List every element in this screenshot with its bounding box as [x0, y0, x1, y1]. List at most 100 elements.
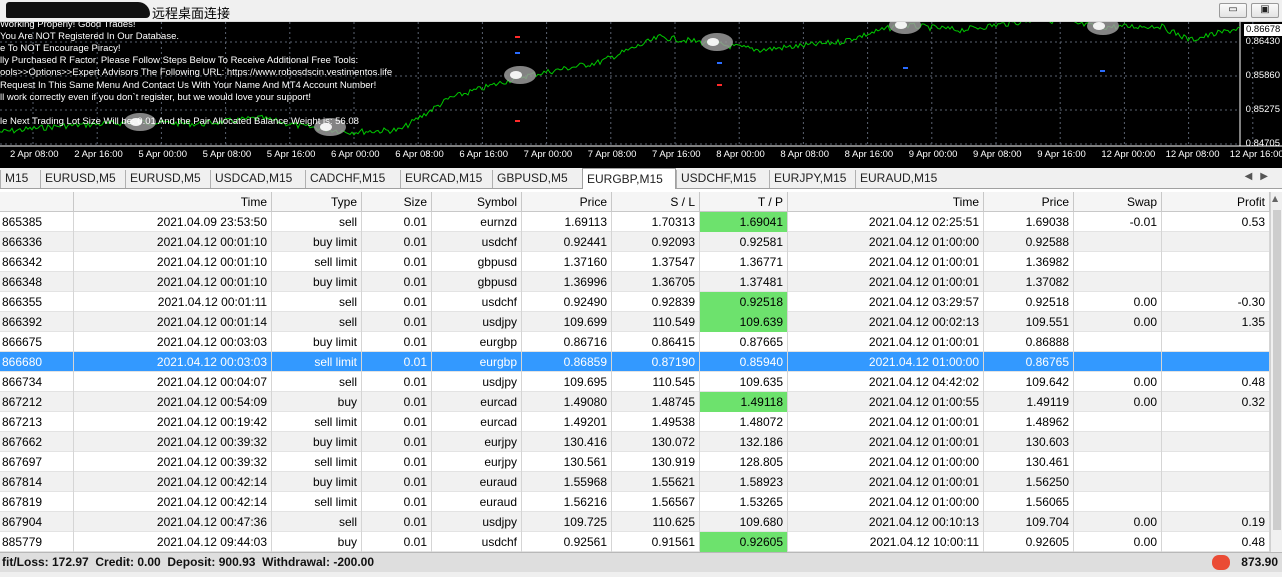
- table-row[interactable]: 866734 2021.04.12 00:04:07 sell 0.01 usdjpy 1…: [0, 372, 1270, 392]
- cell-close-price: 0.86765: [984, 352, 1074, 372]
- table-row[interactable]: 866392 2021.04.12 00:01:14 sell 0.01 usdjpy 1…: [0, 312, 1270, 332]
- cell-profit: [1162, 232, 1270, 252]
- cell-type: sell limit: [272, 492, 362, 512]
- price-chart[interactable]: Working Properly! Good Trades! You Are NO…: [0, 22, 1282, 168]
- table-row[interactable]: 867819 2021.04.12 00:42:14 sell limit 0.01 e…: [0, 492, 1270, 512]
- column-header[interactable]: Swap: [1074, 192, 1162, 212]
- time-axis-label: 9 Apr 16:00: [1037, 149, 1086, 160]
- tab-scroll-arrows[interactable]: ◀▶: [1245, 171, 1276, 182]
- column-header[interactable]: Symbol: [432, 192, 522, 212]
- cell-open-price: 109.695: [522, 372, 612, 392]
- column-header[interactable]: T / P: [700, 192, 788, 212]
- cell-close-time: 2021.04.12 01:00:00: [788, 232, 984, 252]
- table-row[interactable]: 866336 2021.04.12 00:01:10 buy limit 0.01 us…: [0, 232, 1270, 252]
- cell-take-profit: 128.805: [700, 452, 788, 472]
- table-row[interactable]: 866348 2021.04.12 00:01:10 buy limit 0.01 gb…: [0, 272, 1270, 292]
- column-header[interactable]: Time: [788, 192, 984, 212]
- cell-order-id: 865385: [0, 212, 74, 232]
- column-header[interactable]: Size: [362, 192, 432, 212]
- cell-symbol: euraud: [432, 492, 522, 512]
- cell-profit: [1162, 332, 1270, 352]
- cell-stop-loss: 0.92093: [612, 232, 700, 252]
- column-header[interactable]: Type: [272, 192, 362, 212]
- table-row[interactable]: 867212 2021.04.12 00:54:09 buy 0.01 eurcad 1.…: [0, 392, 1270, 412]
- order-level-marker: [515, 52, 520, 54]
- column-header[interactable]: Price: [522, 192, 612, 212]
- cell-close-time: 2021.04.12 01:00:01: [788, 472, 984, 492]
- cell-profit: [1162, 252, 1270, 272]
- chart-tab[interactable]: CADCHF,M15: [305, 170, 400, 188]
- cell-stop-loss: 110.549: [612, 312, 700, 332]
- chart-tab[interactable]: GBPUSD,M5: [492, 170, 582, 188]
- cell-close-price: 1.56065: [984, 492, 1074, 512]
- table-row[interactable]: 867697 2021.04.12 00:39:32 sell limit 0.01 e…: [0, 452, 1270, 472]
- cell-open-time: 2021.04.12 00:42:14: [74, 492, 272, 512]
- cell-swap: [1074, 272, 1162, 292]
- column-header[interactable]: Price: [984, 192, 1074, 212]
- table-row[interactable]: 867814 2021.04.12 00:42:14 buy limit 0.01 eu…: [0, 472, 1270, 492]
- cell-close-price: 1.56250: [984, 472, 1074, 492]
- cell-profit: [1162, 432, 1270, 452]
- cell-open-price: 1.36996: [522, 272, 612, 292]
- table-row[interactable]: 867662 2021.04.12 00:39:32 buy limit 0.01 eu…: [0, 432, 1270, 452]
- table-row[interactable]: 885779 2021.04.12 09:44:03 buy 0.01 usdchf 0.…: [0, 532, 1270, 552]
- cell-type: sell limit: [272, 452, 362, 472]
- column-header[interactable]: Time: [74, 192, 272, 212]
- column-header[interactable]: S / L: [612, 192, 700, 212]
- minimize-button[interactable]: ▭: [1219, 3, 1247, 18]
- chart-tab[interactable]: EURCAD,M15: [400, 170, 492, 188]
- chart-tab[interactable]: EURUSD,M5: [125, 170, 210, 188]
- price-axis-label: 0.84705: [1245, 138, 1280, 149]
- redacted-title-area: [6, 2, 150, 18]
- cell-take-profit: 0.92605: [700, 532, 788, 552]
- chart-tab[interactable]: M15: [0, 170, 40, 188]
- ea-comment-line: e To NOT Encourage Piracy!: [0, 43, 121, 55]
- column-header[interactable]: Profit: [1162, 192, 1270, 212]
- chart-tab[interactable]: USDCAD,M15: [210, 170, 305, 188]
- chart-tab[interactable]: EURGBP,M15: [582, 168, 676, 189]
- chart-tab[interactable]: EURAUD,M15: [855, 170, 945, 188]
- cell-take-profit: 1.36771: [700, 252, 788, 272]
- chart-tab[interactable]: EURJPY,M15: [769, 170, 855, 188]
- cell-symbol: usdjpy: [432, 512, 522, 532]
- cell-order-id: 867697: [0, 452, 74, 472]
- cell-order-id: 866342: [0, 252, 74, 272]
- scroll-up-arrow-icon[interactable]: ▲: [1272, 194, 1278, 203]
- cell-stop-loss: 130.072: [612, 432, 700, 452]
- cell-open-price: 1.69113: [522, 212, 612, 232]
- current-price-label: 0.86678: [1244, 24, 1282, 36]
- cell-take-profit: 0.85940: [700, 352, 788, 372]
- cell-order-id: 866392: [0, 312, 74, 332]
- ea-comment-line: ll work correctly even if you don`t regi…: [0, 91, 312, 103]
- table-scrollbar[interactable]: ▲: [1270, 192, 1282, 552]
- cell-stop-loss: 1.56567: [612, 492, 700, 512]
- cell-close-time: 2021.04.12 01:00:00: [788, 452, 984, 472]
- cell-size: 0.01: [362, 352, 432, 372]
- table-row[interactable]: 866675 2021.04.12 00:03:03 buy limit 0.01 eu…: [0, 332, 1270, 352]
- table-row[interactable]: 867213 2021.04.12 00:19:42 sell limit 0.01 e…: [0, 412, 1270, 432]
- cell-order-id: 866355: [0, 292, 74, 312]
- table-row[interactable]: 867904 2021.04.12 00:47:36 sell 0.01 usdjpy 1…: [0, 512, 1270, 532]
- cell-close-time: 2021.04.12 01:00:01: [788, 332, 984, 352]
- cell-symbol: usdjpy: [432, 372, 522, 392]
- scrollbar-thumb[interactable]: [1273, 210, 1281, 530]
- table-row[interactable]: 865385 2021.04.09 23:53:50 sell 0.01 eurnzd 1…: [0, 212, 1270, 232]
- cell-order-id: 866675: [0, 332, 74, 352]
- chart-tab[interactable]: EURUSD,M5: [40, 170, 125, 188]
- cell-profit: [1162, 472, 1270, 492]
- cell-open-time: 2021.04.12 00:42:14: [74, 472, 272, 492]
- cell-open-time: 2021.04.12 00:01:10: [74, 272, 272, 292]
- cell-symbol: eurjpy: [432, 452, 522, 472]
- cell-order-id: 866680: [0, 352, 74, 372]
- restore-button[interactable]: ▣: [1251, 3, 1279, 18]
- cell-take-profit: 109.635: [700, 372, 788, 392]
- table-row[interactable]: 866680 2021.04.12 00:03:03 sell limit 0.01 e…: [0, 352, 1270, 372]
- cell-order-id: 867212: [0, 392, 74, 412]
- tray-app-icon[interactable]: [1212, 555, 1230, 570]
- column-header[interactable]: [0, 192, 74, 212]
- table-row[interactable]: 866355 2021.04.12 00:01:11 sell 0.01 usdchf 0…: [0, 292, 1270, 312]
- cell-size: 0.01: [362, 392, 432, 412]
- chart-tab[interactable]: USDCHF,M15: [676, 170, 769, 188]
- table-row[interactable]: 866342 2021.04.12 00:01:10 sell limit 0.01 g…: [0, 252, 1270, 272]
- cell-symbol: usdjpy: [432, 312, 522, 332]
